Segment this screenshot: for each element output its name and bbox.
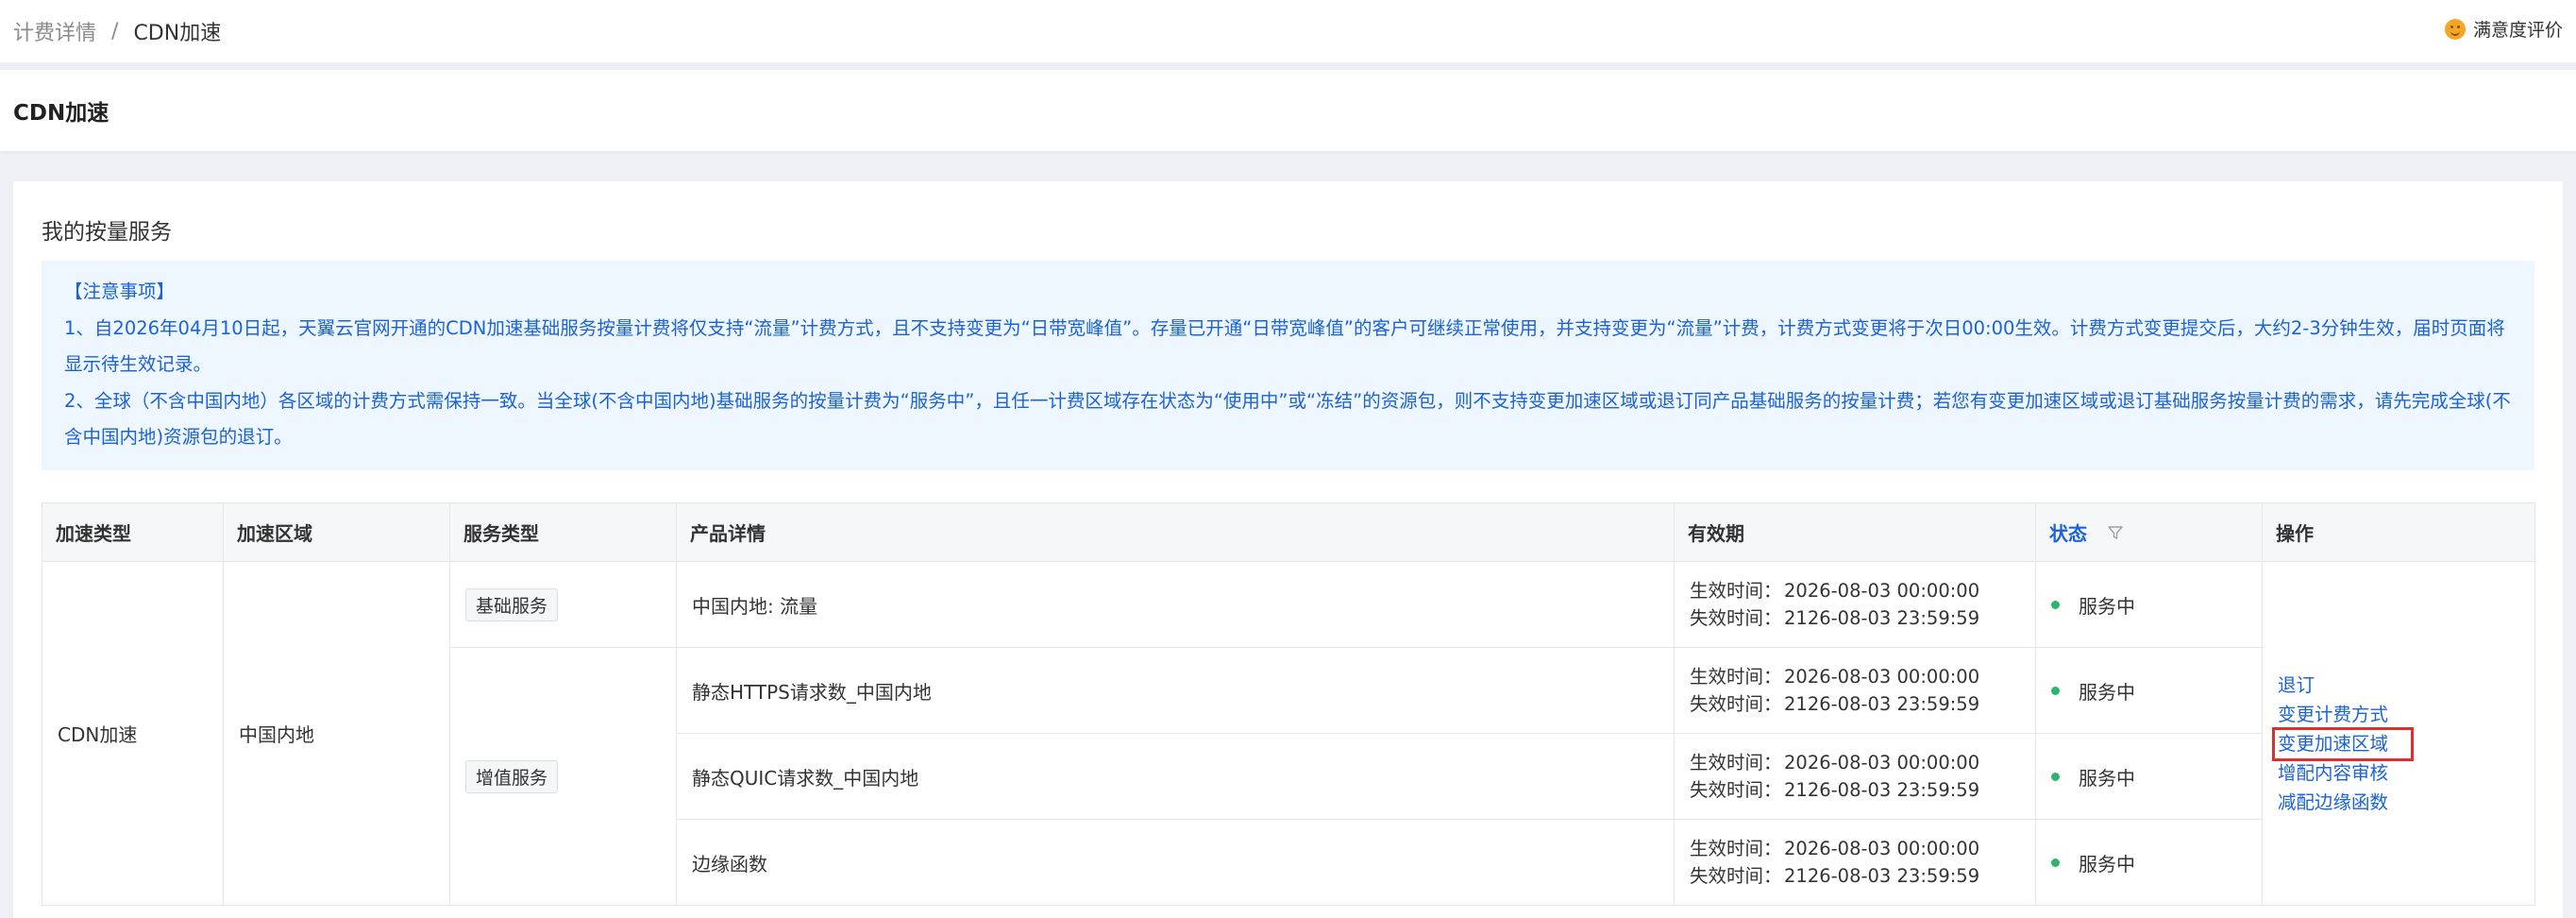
effective-label: 生效时间： [1690, 666, 1782, 688]
cell-validity: 生效时间： 2026-08-03 00:00:00 失效时间： 2126-08-03… [1674, 647, 2036, 734]
table-header-row: 加速类型 加速区域 服务类型 产品详情 有效期 状态 操作 [42, 502, 2535, 562]
effective-label: 生效时间： [1690, 580, 1782, 602]
cell-status: 服务中 [2035, 647, 2263, 734]
cell-status: 服务中 [2035, 561, 2263, 648]
status-text: 服务中 [2079, 852, 2135, 876]
table-row: CDN加速 中国内地 基础服务 中国内地: 流量 生效时间： 2026-08-03… [42, 561, 2535, 906]
expire-label: 失效时间： [1690, 607, 1782, 629]
status-text: 服务中 [2079, 766, 2135, 790]
status-dot-icon [2051, 600, 2060, 609]
effective-time: 2026-08-03 00:00:00 [1784, 752, 1980, 774]
col-header-product-detail: 产品详情 [676, 502, 1675, 562]
cell-validity: 生效时间： 2026-08-03 00:00:00 失效时间： 2126-08-03… [1674, 819, 2036, 906]
status-header-label: 状态 [2049, 521, 2087, 545]
cell-operations: 退订 变更计费方式 变更加速区域 增配内容审核 减配边缘函数 [2262, 561, 2535, 906]
status-text: 服务中 [2079, 680, 2135, 704]
top-bar: 计费详情 / CDN加速 满意度评价 [0, 0, 2576, 62]
filter-icon[interactable] [2107, 523, 2124, 546]
expire-label: 失效时间： [1690, 865, 1782, 887]
col-header-accel-region: 加速区域 [223, 502, 450, 562]
page-header: CDN加速 [0, 70, 2576, 151]
cell-status: 服务中 [2035, 733, 2263, 820]
service-tag-value-added: 增值服务 [465, 759, 559, 793]
notice-box: 【注意事项】 1、自2026年04月10日起，天翼云官网开通的CDN加速基础服务… [42, 261, 2534, 470]
change-accel-region-link[interactable]: 变更加速区域 [2272, 726, 2414, 761]
cell-product: 中国内地: 流量 [676, 561, 1675, 648]
breadcrumb: 计费详情 / CDN加速 [13, 16, 221, 46]
reduce-edge-function-link[interactable]: 减配边缘函数 [2278, 791, 2519, 814]
cell-status: 服务中 [2035, 819, 2263, 906]
notice-heading: 【注意事项】 [64, 280, 176, 302]
on-demand-services-card: 我的按量服务 【注意事项】 1、自2026年04月10日起，天翼云官网开通的CD… [13, 181, 2563, 918]
expire-label: 失效时间： [1690, 693, 1782, 715]
cell-service-type-basic: 基础服务 [449, 561, 677, 648]
expire-time: 2126-08-03 23:59:59 [1784, 865, 1980, 887]
services-table: 加速类型 加速区域 服务类型 产品详情 有效期 状态 操作 CDN加速 中国内地… [42, 502, 2535, 906]
cell-product: 边缘函数 [676, 819, 1675, 906]
status-text: 服务中 [2079, 594, 2135, 618]
notice-item-2: 2、全球（不含中国内地）各区域的计费方式需保持一致。当全球(不含中国内地)基础服… [64, 389, 2511, 449]
expire-time: 2126-08-03 23:59:59 [1784, 693, 1980, 715]
satisfaction-rating-link[interactable]: 满意度评价 [2444, 16, 2563, 42]
expire-time: 2126-08-03 23:59:59 [1784, 779, 1980, 801]
cell-product: 静态QUIC请求数_中国内地 [676, 733, 1675, 820]
effective-time: 2026-08-03 00:00:00 [1784, 666, 1980, 688]
cell-accel-region: 中国内地 [223, 561, 450, 906]
unsubscribe-link[interactable]: 退订 [2278, 674, 2519, 697]
col-header-operation: 操作 [2262, 502, 2535, 562]
cell-product: 静态HTTPS请求数_中国内地 [676, 647, 1675, 734]
notice-item-1: 1、自2026年04月10日起，天翼云官网开通的CDN加速基础服务按量计费将仅支… [64, 316, 2505, 376]
service-tag-basic: 基础服务 [465, 587, 559, 621]
smile-icon [2444, 18, 2466, 40]
breadcrumb-billing-details[interactable]: 计费详情 [13, 16, 96, 46]
effective-time: 2026-08-03 00:00:00 [1784, 838, 1980, 859]
col-header-accel-type: 加速类型 [42, 502, 224, 562]
col-header-status[interactable]: 状态 [2035, 502, 2263, 562]
satisfaction-rating-label: 满意度评价 [2472, 20, 2563, 41]
cell-validity: 生效时间： 2026-08-03 00:00:00 失效时间： 2126-08-03… [1674, 561, 2036, 648]
effective-label: 生效时间： [1690, 752, 1782, 774]
expire-label: 失效时间： [1690, 779, 1782, 801]
effective-time: 2026-08-03 00:00:00 [1784, 580, 1980, 602]
page-title: CDN加速 [13, 101, 109, 126]
breadcrumb-current: CDN加速 [133, 22, 222, 45]
status-dot-icon [2051, 686, 2060, 695]
col-header-service-type: 服务类型 [449, 502, 677, 562]
status-dot-icon [2051, 772, 2060, 781]
cell-accel-type: CDN加速 [42, 561, 224, 906]
breadcrumb-separator: / [111, 19, 119, 43]
add-content-audit-link[interactable]: 增配内容审核 [2278, 762, 2519, 785]
effective-label: 生效时间： [1690, 838, 1782, 859]
expire-time: 2126-08-03 23:59:59 [1784, 607, 1980, 629]
status-dot-icon [2051, 858, 2060, 867]
cell-validity: 生效时间： 2026-08-03 00:00:00 失效时间： 2126-08-03… [1674, 733, 2036, 820]
card-title: 我的按量服务 [42, 220, 172, 245]
col-header-validity: 有效期 [1674, 502, 2036, 562]
cell-service-type-value-added: 增值服务 [449, 647, 677, 906]
change-billing-method-link[interactable]: 变更计费方式 [2278, 704, 2519, 726]
